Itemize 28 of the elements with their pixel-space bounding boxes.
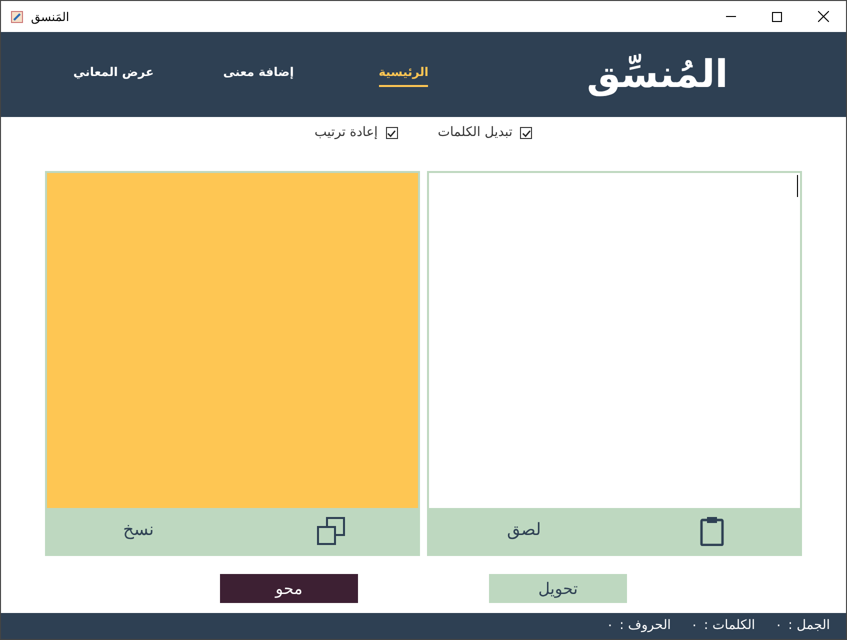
app-logo: المُنسِّق xyxy=(586,51,728,98)
minimize-icon xyxy=(726,16,736,17)
status-value: ٠ xyxy=(690,617,698,636)
status-label: الكلمات : xyxy=(704,617,756,636)
checkmark-icon xyxy=(387,128,396,138)
checkbox[interactable] xyxy=(520,127,532,139)
close-icon xyxy=(818,11,828,22)
app-icon xyxy=(11,10,23,22)
text-cursor xyxy=(797,175,798,197)
nav-tab[interactable]: إضافة معنى xyxy=(186,62,331,86)
checkmark-icon xyxy=(522,128,531,138)
convert-button[interactable]: تحويل xyxy=(489,574,627,603)
nav-tab[interactable]: عرض المعاني xyxy=(41,62,186,86)
status-label: الجمل : xyxy=(788,617,830,636)
paste-label: لصق xyxy=(507,519,542,542)
copy-label: نسخ xyxy=(123,519,154,542)
maximize-icon xyxy=(772,12,782,22)
status-label: الحروف : xyxy=(619,617,671,636)
nav-tab[interactable]: الرئيسية xyxy=(331,62,476,86)
status-value: ٠ xyxy=(775,617,782,636)
status-value: ٠ xyxy=(606,617,614,636)
window-title: المَنسق xyxy=(31,8,70,26)
clipboard-icon[interactable] xyxy=(700,516,724,546)
copy-icon[interactable] xyxy=(316,516,346,546)
clear-button[interactable]: محو xyxy=(220,574,358,603)
option-label: تبديل الكلمات xyxy=(438,124,512,142)
checkbox[interactable] xyxy=(386,127,398,139)
option-label: إعادة ترتيب xyxy=(314,124,378,142)
